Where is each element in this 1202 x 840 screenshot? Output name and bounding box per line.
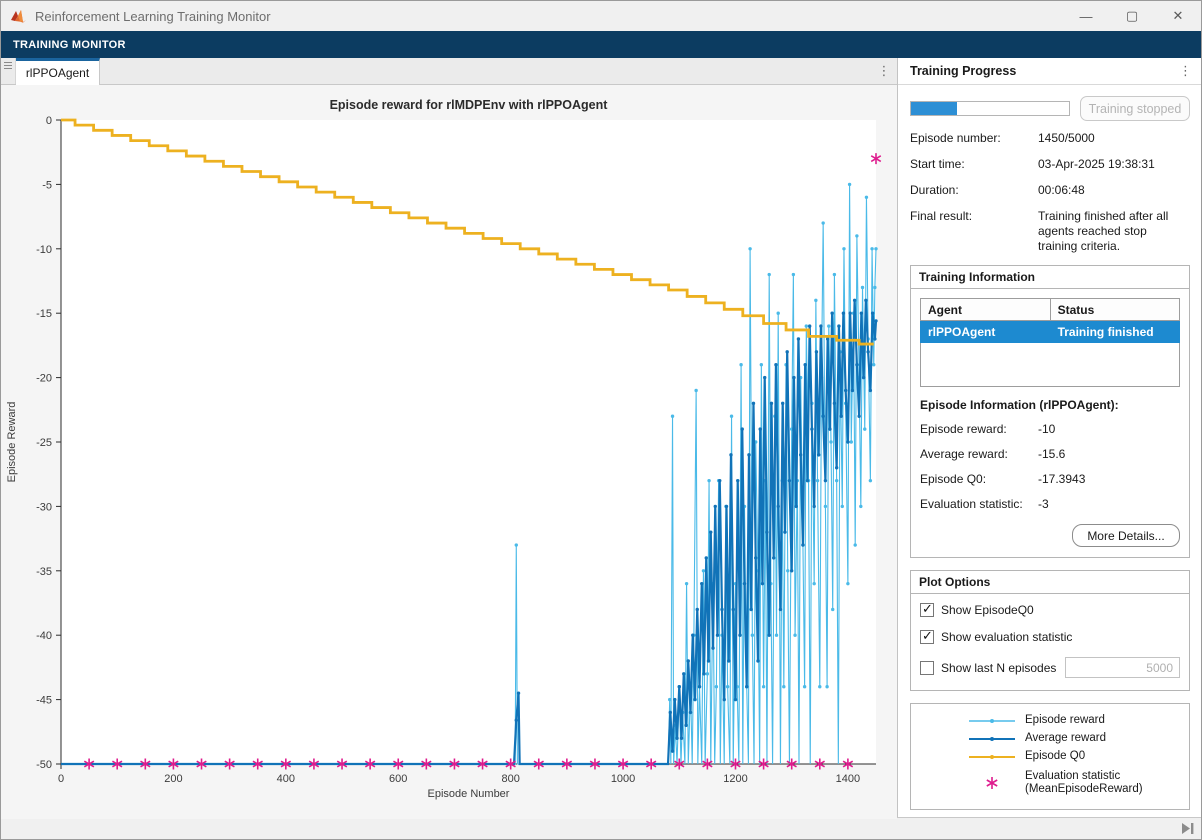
svg-text:Episode reward for rlMDPEnv wi: Episode reward for rlMDPEnv with rlPPOAg… — [330, 98, 609, 112]
ribbon-tab-training-monitor[interactable]: TRAINING MONITOR — [1, 39, 138, 51]
matlab-logo-icon — [10, 9, 27, 24]
start-time-row: Start time: 03-Apr-2025 19:38:31 — [910, 157, 1190, 172]
episode-reward-row: Episode reward: -10 — [920, 422, 1180, 436]
skip-to-end-icon[interactable] — [1181, 822, 1195, 835]
plot-options-section: Plot Options Show EpisodeQ0 Show evaluat… — [910, 570, 1190, 691]
agents-table-header-agent: Agent — [921, 299, 1051, 321]
plot-options-title: Plot Options — [911, 571, 1189, 594]
panel-title: Training Progress — [910, 64, 1016, 78]
figure-area: Episode reward for rlMDPEnv with rlPPOAg… — [1, 85, 897, 824]
svg-text:-10: -10 — [36, 244, 52, 256]
svg-text:-15: -15 — [36, 308, 52, 320]
evaluation-statistic-asterisk-icon — [984, 775, 1000, 791]
final-result-label: Final result: — [910, 209, 1038, 254]
svg-text:-50: -50 — [36, 759, 52, 771]
plot-option-checkbox-2[interactable] — [920, 661, 934, 675]
svg-text:-40: -40 — [36, 630, 52, 642]
plot-option-checkbox-0[interactable] — [920, 603, 934, 617]
svg-text:1200: 1200 — [723, 773, 747, 785]
training-information-title: Training Information — [911, 266, 1189, 289]
svg-text:Episode Reward: Episode Reward — [6, 402, 18, 483]
show-last-n-episodes-label: Show last N episodes — [941, 661, 1056, 675]
app-window: Reinforcement Learning Training Monitor … — [0, 0, 1202, 840]
duration-value: 00:06:48 — [1038, 183, 1188, 198]
episode-reward-label: Episode reward: — [920, 422, 1038, 436]
legend-entry-episode-reward: Episode reward — [917, 714, 1183, 727]
start-time-label: Start time: — [910, 157, 1038, 172]
status-cell: Training finished — [1050, 321, 1179, 343]
show-evaluation-statistic-label: Show evaluation statistic — [941, 630, 1072, 644]
average-reward-row: Average reward: -15.6 — [920, 447, 1180, 461]
document-pane: rlPPOAgent ⋮ Episode reward for rlMDPEnv… — [1, 58, 898, 817]
training-chart: Episode reward for rlMDPEnv with rlPPOAg… — [1, 85, 897, 819]
document-tab-strip: rlPPOAgent ⋮ — [1, 58, 897, 85]
average-reward-value: -15.6 — [1038, 447, 1065, 461]
agents-table-header-status: Status — [1050, 299, 1179, 321]
evaluation-statistic-label: Evaluation statistic: — [920, 497, 1038, 511]
duration-row: Duration: 00:06:48 — [910, 183, 1190, 198]
svg-text:-25: -25 — [36, 437, 52, 449]
average-reward-line-sample — [969, 734, 1015, 744]
average-reward-label: Average reward: — [920, 447, 1038, 461]
agents-table-empty-space — [921, 343, 1180, 387]
svg-text:800: 800 — [501, 773, 519, 785]
episode-q0-value: -17.3943 — [1038, 472, 1085, 486]
svg-text:-30: -30 — [36, 501, 52, 513]
show-episodeq0-label: Show EpisodeQ0 — [941, 603, 1034, 617]
episode-q0-row: Episode Q0: -17.3943 — [920, 472, 1180, 486]
training-progress-bar — [910, 101, 1070, 116]
legend-entry-evaluation-statistic: Evaluation statistic (MeanEpisodeReward) — [917, 770, 1183, 796]
close-button[interactable]: ✕ — [1155, 1, 1201, 31]
duration-label: Duration: — [910, 183, 1038, 198]
legend-entry-average-reward: Average reward — [917, 732, 1183, 745]
episode-q0-line-sample — [969, 752, 1015, 762]
agent-row-rlppoagent[interactable]: rlPPOAgent Training finished — [921, 321, 1180, 343]
tab-drag-handle[interactable] — [1, 58, 16, 84]
svg-text:1400: 1400 — [836, 773, 860, 785]
tab-rlppoagent[interactable]: rlPPOAgent — [16, 58, 100, 85]
svg-text:0: 0 — [58, 773, 64, 785]
window-title: Reinforcement Learning Training Monitor — [35, 9, 271, 24]
panel-menu-icon[interactable]: ⋮ — [1179, 63, 1192, 79]
plot-option-checkbox-1[interactable] — [920, 630, 934, 644]
episode-reward-value: -10 — [1038, 422, 1055, 436]
tab-label: rlPPOAgent — [26, 66, 89, 80]
final-result-value: Training finished after all agents reach… — [1038, 209, 1188, 254]
training-information-section: Training Information Agent Status rlPPOA… — [910, 265, 1190, 558]
episode-information-title: Episode Information (rlPPOAgent): — [920, 398, 1180, 412]
title-bar: Reinforcement Learning Training Monitor … — [1, 1, 1201, 31]
training-stopped-button[interactable]: Training stopped — [1080, 96, 1190, 121]
agents-table: Agent Status rlPPOAgent Training finishe… — [920, 298, 1180, 387]
svg-text:200: 200 — [164, 773, 182, 785]
legend-entry-episode-q0: Episode Q0 — [917, 750, 1183, 763]
svg-text:1000: 1000 — [611, 773, 635, 785]
episode-number-row: Episode number: 1450/5000 — [910, 131, 1190, 146]
episode-reward-line-sample — [969, 716, 1015, 726]
evaluation-statistic-value: -3 — [1038, 497, 1049, 511]
training-progress-panel: Training Progress ⋮ Training stopped Epi… — [898, 58, 1202, 817]
svg-text:600: 600 — [389, 773, 407, 785]
chart-legend: Episode reward Average reward Episode Q0 — [910, 703, 1190, 810]
maximize-button[interactable]: ▢ — [1109, 1, 1155, 31]
evaluation-statistic-row: Evaluation statistic: -3 — [920, 497, 1180, 511]
agent-cell: rlPPOAgent — [921, 321, 1051, 343]
ribbon: TRAINING MONITOR — [1, 31, 1201, 58]
progress-bar-fill — [911, 102, 957, 115]
svg-text:400: 400 — [277, 773, 295, 785]
svg-text:-35: -35 — [36, 566, 52, 578]
final-result-row: Final result: Training finished after al… — [910, 209, 1190, 254]
svg-text:-20: -20 — [36, 373, 52, 385]
more-details-button[interactable]: More Details... — [1072, 524, 1180, 547]
tab-overflow-menu-icon[interactable]: ⋮ — [871, 58, 897, 84]
svg-text:-5: -5 — [42, 179, 52, 191]
episode-q0-label: Episode Q0: — [920, 472, 1038, 486]
start-time-value: 03-Apr-2025 19:38:31 — [1038, 157, 1188, 172]
svg-text:0: 0 — [46, 115, 52, 127]
svg-text:-45: -45 — [36, 695, 52, 707]
svg-text:Episode Number: Episode Number — [428, 788, 510, 800]
minimize-button[interactable]: — — [1063, 1, 1109, 31]
last-n-episodes-input[interactable] — [1065, 657, 1180, 678]
episode-number-value: 1450/5000 — [1038, 131, 1188, 146]
episode-number-label: Episode number: — [910, 131, 1038, 146]
